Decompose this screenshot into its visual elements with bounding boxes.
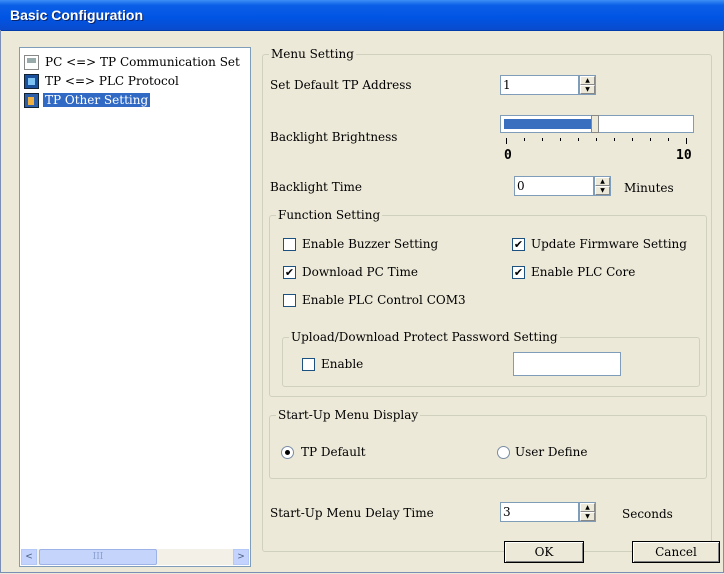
password-enable-checkbox[interactable] — [302, 358, 315, 371]
window-title: Basic Configuration — [10, 7, 144, 23]
brightness-tick — [632, 138, 633, 141]
startup-delay-input[interactable]: 3 — [500, 502, 579, 522]
user-define-label[interactable]: User Define — [515, 445, 587, 459]
brightness-ticks — [506, 138, 690, 144]
settings-tree[interactable]: PC <=> TP Communication Set TP <=> PLC P… — [19, 47, 251, 567]
brightness-tick — [686, 138, 687, 144]
scroll-thumb[interactable]: III — [39, 549, 157, 565]
tree-item-pc-tp-communication[interactable]: PC <=> TP Communication Set — [24, 53, 242, 71]
tp-address-input[interactable]: 1 — [500, 75, 579, 95]
spin-down-icon[interactable]: ▼ — [595, 186, 610, 195]
brightness-min-label: 0 — [504, 148, 512, 163]
brightness-tick — [668, 138, 669, 141]
enable-plc-core-label[interactable]: Enable PLC Core — [531, 265, 635, 279]
user-define-radio[interactable] — [497, 446, 510, 459]
horizontal-scrollbar[interactable]: < III > — [21, 549, 249, 565]
function-setting-title: Function Setting — [276, 208, 383, 222]
tree-item-label: PC <=> TP Communication Set — [45, 55, 240, 69]
scroll-right-button[interactable]: > — [233, 549, 249, 565]
brightness-tick — [524, 138, 525, 141]
brightness-tick — [596, 138, 597, 141]
backlight-time-input[interactable]: 0 — [514, 176, 594, 196]
startup-delay-label: Start-Up Menu Delay Time — [270, 506, 434, 520]
brightness-tick — [560, 138, 561, 141]
enable-buzzer-checkbox[interactable] — [283, 238, 296, 251]
password-enable-label[interactable]: Enable — [321, 357, 363, 371]
brightness-max-label: 10 — [676, 148, 692, 163]
spin-up-icon[interactable]: ▲ — [595, 177, 610, 186]
spin-down-icon[interactable]: ▼ — [580, 85, 595, 94]
password-input[interactable] — [513, 352, 621, 376]
brightness-tick — [614, 138, 615, 141]
enable-plc-core-checkbox[interactable]: ✔ — [512, 266, 525, 279]
spin-up-icon[interactable]: ▲ — [580, 76, 595, 85]
tree-item-tp-other-setting[interactable]: TP Other Setting — [24, 91, 151, 109]
backlight-time-unit: Minutes — [624, 181, 674, 195]
enable-plc-com3-label[interactable]: Enable PLC Control COM3 — [302, 293, 466, 307]
enable-buzzer-label[interactable]: Enable Buzzer Setting — [302, 237, 438, 251]
backlight-time-label: Backlight Time — [270, 180, 363, 194]
brightness-slider-track[interactable] — [500, 115, 694, 133]
brightness-tick — [578, 138, 579, 141]
spin-down-icon[interactable]: ▼ — [580, 512, 595, 521]
title-bar[interactable]: Basic Configuration — [0, 0, 724, 31]
tp-default-radio[interactable] — [281, 446, 294, 459]
startup-delay-spinner[interactable]: ▲ ▼ — [579, 502, 596, 522]
scroll-left-button[interactable]: < — [21, 549, 37, 565]
download-pc-time-checkbox[interactable]: ✔ — [283, 266, 296, 279]
enable-plc-com3-checkbox[interactable] — [283, 294, 296, 307]
backlight-time-spinner[interactable]: ▲ ▼ — [594, 176, 611, 196]
tree-item-tp-plc-protocol[interactable]: TP <=> PLC Protocol — [24, 72, 181, 90]
tree-item-label: TP <=> PLC Protocol — [45, 74, 179, 88]
protocol-icon — [24, 73, 39, 89]
brightness-slider-thumb[interactable] — [591, 115, 599, 133]
tp-default-label[interactable]: TP Default — [301, 445, 366, 459]
brightness-fill — [504, 119, 592, 129]
spin-up-icon[interactable]: ▲ — [580, 503, 595, 512]
tp-address-spinner[interactable]: ▲ ▼ — [579, 75, 596, 95]
menu-setting-title: Menu Setting — [269, 47, 356, 61]
other-setting-icon — [24, 92, 39, 108]
password-group-title: Upload/Download Protect Password Setting — [289, 330, 560, 344]
brightness-label: Backlight Brightness — [270, 130, 398, 144]
brightness-tick — [650, 138, 651, 141]
brightness-tick — [542, 138, 543, 141]
pc-icon — [24, 54, 39, 70]
update-firmware-checkbox[interactable]: ✔ — [512, 238, 525, 251]
tp-address-label: Set Default TP Address — [270, 78, 412, 92]
startup-menu-title: Start-Up Menu Display — [276, 408, 421, 422]
ok-button[interactable]: OK — [504, 541, 584, 563]
tree-item-label: TP Other Setting — [43, 93, 151, 107]
brightness-tick — [506, 138, 507, 144]
download-pc-time-label[interactable]: Download PC Time — [302, 265, 418, 279]
cancel-button[interactable]: Cancel — [632, 541, 720, 563]
startup-delay-unit: Seconds — [622, 507, 673, 521]
update-firmware-label[interactable]: Update Firmware Setting — [531, 237, 687, 251]
